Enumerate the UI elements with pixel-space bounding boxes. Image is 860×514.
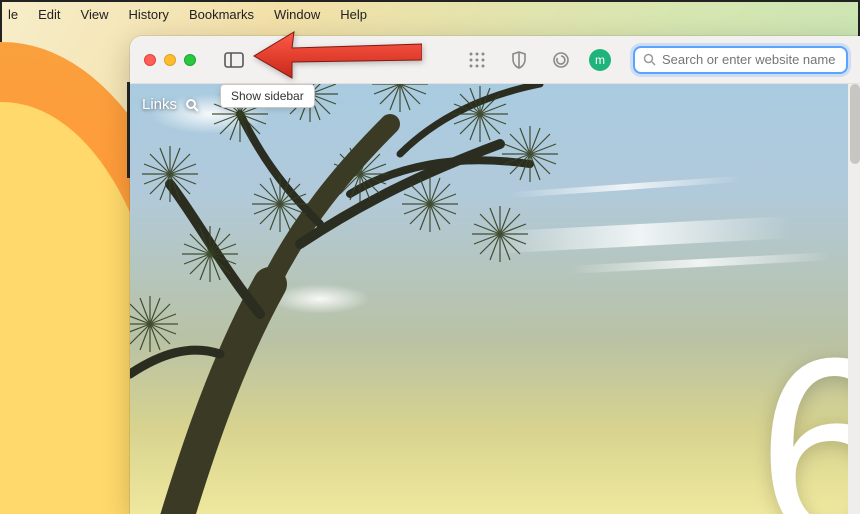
menu-window[interactable]: Window [274,7,320,22]
reload-button[interactable] [547,46,575,74]
screenshot-frame: le Edit View History Bookmarks Window He… [0,0,860,514]
profile-avatar[interactable]: m [589,49,611,71]
address-bar[interactable] [633,46,848,74]
vertical-scrollbar[interactable] [848,84,860,514]
start-page-grid-button[interactable] [463,46,491,74]
menu-view[interactable]: View [81,7,109,22]
start-page: Links [130,84,860,514]
menu-bookmarks[interactable]: Bookmarks [189,7,254,22]
sidebar-tooltip: Show sidebar [220,84,315,108]
menu-history[interactable]: History [128,7,168,22]
avatar-initial: m [595,49,605,71]
sidebar-toggle-button[interactable] [220,46,248,74]
shield-icon [511,51,527,69]
grid-icon [469,52,485,68]
scrollbar-thumb[interactable] [850,84,860,164]
menu-file[interactable]: le [8,7,18,22]
close-window-button[interactable] [144,54,156,66]
temperature-digit: 6 [757,346,860,514]
zoom-window-button[interactable] [184,54,196,66]
search-icon [643,53,656,66]
menu-help[interactable]: Help [340,7,367,22]
wallpaper-tree [130,84,660,514]
minimize-window-button[interactable] [164,54,176,66]
menubar: le Edit View History Bookmarks Window He… [2,2,858,26]
menu-edit[interactable]: Edit [38,7,60,22]
toolbar: m [130,36,860,84]
privacy-report-button[interactable] [505,46,533,74]
toolbar-right-group: m [463,46,848,74]
window-controls [144,54,196,66]
refresh-icon [552,51,570,69]
annotation-arrow [252,26,422,82]
sidebar-icon [224,52,244,68]
address-input[interactable] [662,52,838,67]
